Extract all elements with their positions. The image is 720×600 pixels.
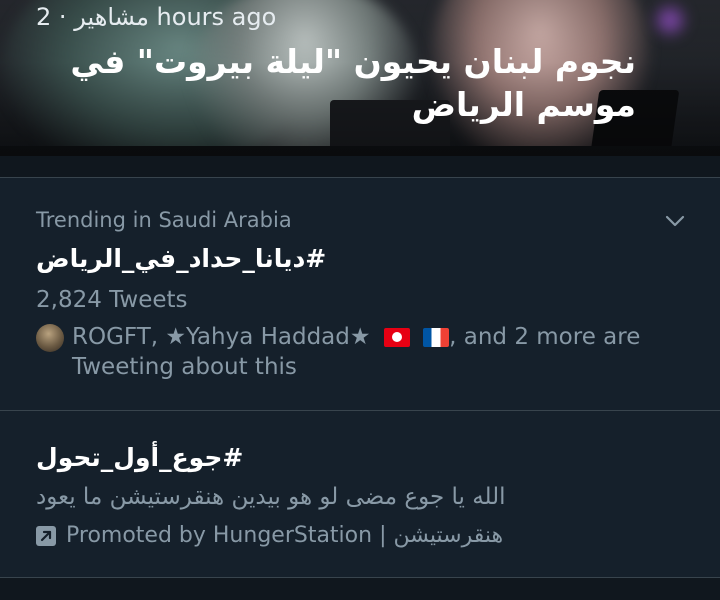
promoted-description: الله يا جوع مضى لو هو بيدين هنقرستيشن ما… xyxy=(36,484,506,510)
social-users: ROGFT, ★Yahya Haddad★ xyxy=(72,324,371,350)
explore-screen: مشاهير · 2 hours ago نجوم لبنان يحيون "ل… xyxy=(0,0,720,600)
trend-context: Trending in Saudi Arabia xyxy=(36,208,292,232)
trend-item[interactable]: Trending in Saudi Arabia #ديانا_حداد_في_… xyxy=(0,178,720,410)
tunisia-flag-icon xyxy=(383,328,410,347)
promoted-trend-item[interactable]: #جوع_أول_تحول الله يا جوع مضى لو هو بيدي… xyxy=(0,411,720,577)
trend-hashtag[interactable]: #ديانا_حداد_في_الرياض xyxy=(36,242,326,276)
tweet-count: 2,824 Tweets xyxy=(36,287,188,313)
meta-dot: · xyxy=(58,3,67,31)
promoted-arrow-icon xyxy=(36,526,56,546)
chevron-down-icon[interactable] xyxy=(662,208,688,234)
section-separator xyxy=(0,578,720,600)
promoted-text: Promoted by HungerStation | هنقرستيشن xyxy=(66,521,503,551)
promoted-brand: هنقرستيشن xyxy=(393,523,504,548)
moment-meta: مشاهير · 2 hours ago xyxy=(36,2,276,32)
promoted-by-label: Promoted by HungerStation xyxy=(66,523,373,548)
social-context: ROGFT, ★Yahya Haddad★ , and 2 more are T… xyxy=(36,322,676,384)
moment-category: مشاهير xyxy=(74,3,149,31)
social-context-text: ROGFT, ★Yahya Haddad★ , and 2 more are T… xyxy=(72,322,682,382)
moment-time: 2 hours ago xyxy=(36,3,277,31)
promoted-separator: | xyxy=(379,523,387,548)
section-separator xyxy=(0,156,720,178)
moment-title[interactable]: نجوم لبنان يحيون "ليلة بيروت" في موسم ال… xyxy=(36,40,636,126)
avatar[interactable] xyxy=(36,324,64,352)
moment-card[interactable]: مشاهير · 2 hours ago نجوم لبنان يحيون "ل… xyxy=(0,0,720,156)
promoted-hashtag[interactable]: #جوع_أول_تحول xyxy=(36,441,243,475)
france-flag-icon xyxy=(423,328,450,347)
